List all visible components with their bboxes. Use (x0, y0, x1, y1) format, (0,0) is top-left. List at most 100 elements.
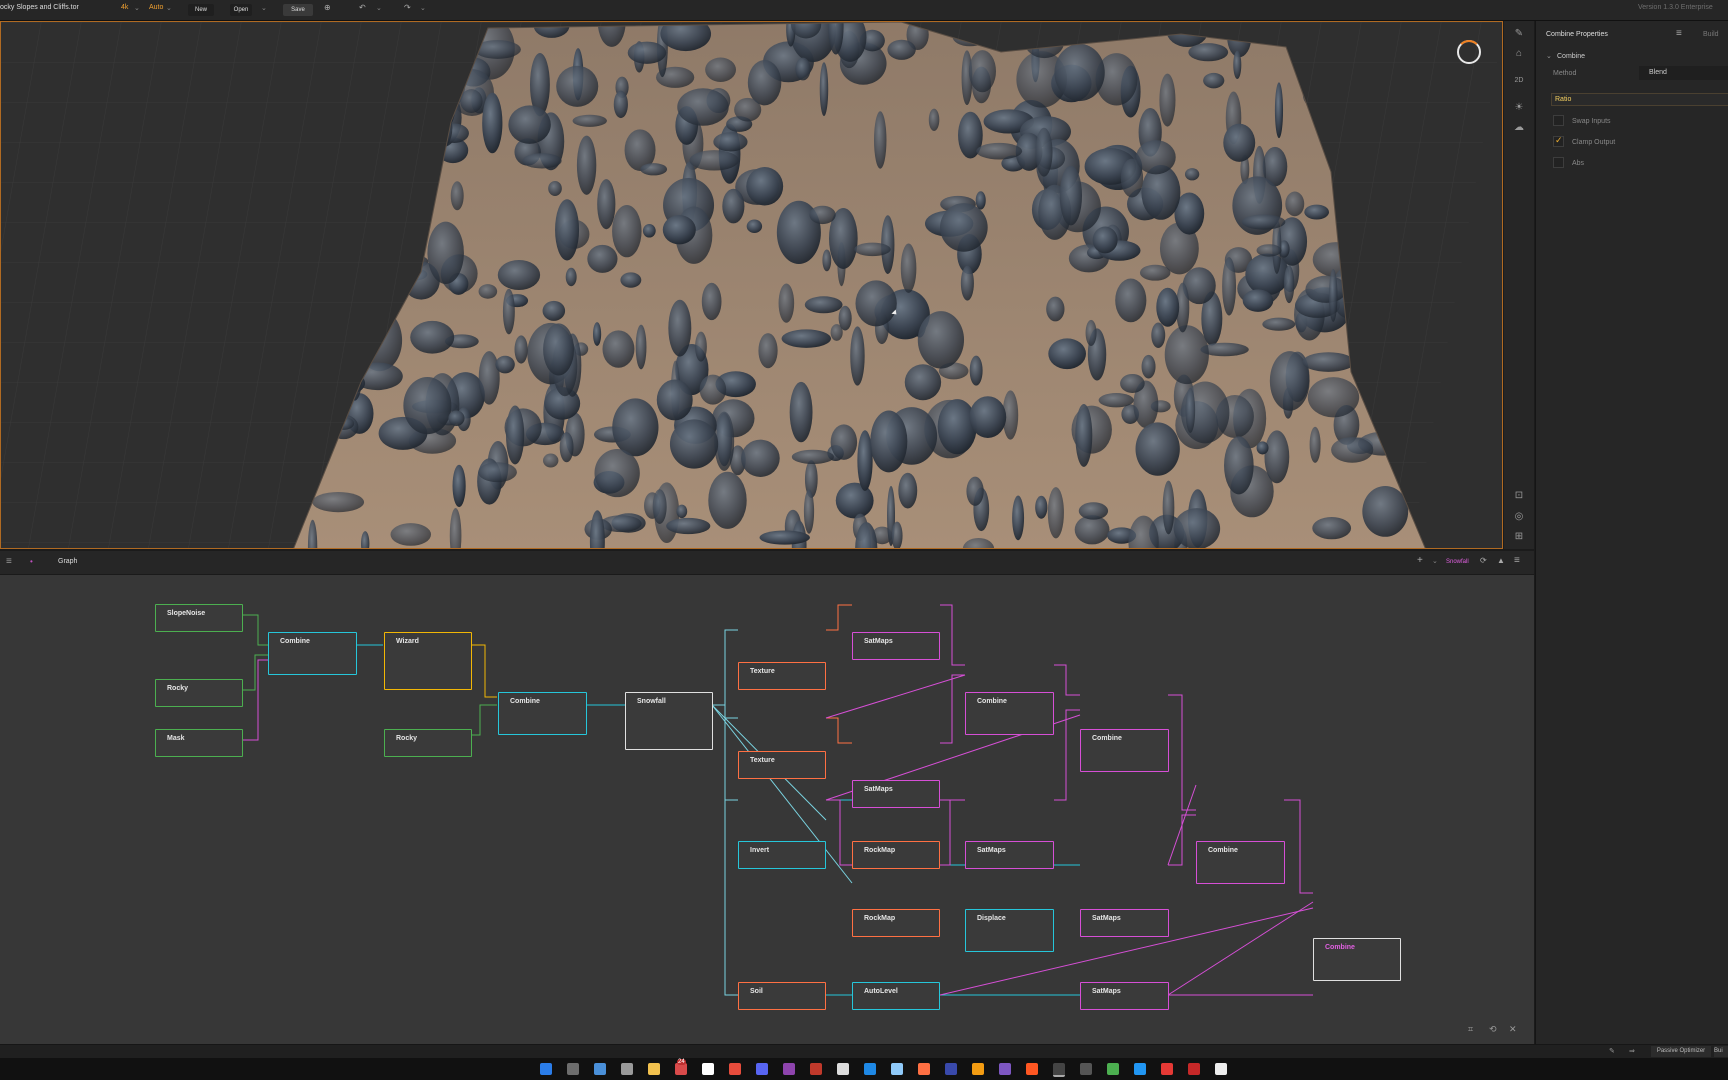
method-label: Method (1553, 70, 1577, 77)
app-icon[interactable] (1188, 1063, 1200, 1075)
method-select[interactable]: Blend (1639, 66, 1728, 80)
graph-node[interactable]: Soil (738, 982, 826, 1010)
graph-node[interactable]: Wizard (384, 632, 472, 690)
mode-dropdown[interactable]: Auto (149, 4, 163, 11)
graph-node[interactable]: AutoLevel (852, 982, 940, 1010)
target-icon[interactable]: ⊕ (324, 3, 331, 12)
build-tab[interactable]: Build (1703, 31, 1719, 38)
section-title: Combine (1557, 53, 1586, 60)
forward-icon[interactable]: ⇒ (1629, 1047, 1635, 1055)
build-button[interactable]: Bui (1714, 1046, 1728, 1057)
menu-icon[interactable]: ≡ (1676, 28, 1682, 39)
app-icon[interactable] (999, 1063, 1011, 1075)
frame-icon[interactable]: ⊡ (1512, 489, 1526, 503)
graph-tab[interactable]: Graph (58, 558, 77, 565)
graph-node[interactable]: SatMaps (852, 780, 940, 808)
compass-icon[interactable]: ◎ (1512, 510, 1526, 524)
chevron-down-icon[interactable]: ⌄ (1546, 52, 1552, 60)
graph-node[interactable]: Mask (155, 729, 243, 757)
redo-icon[interactable]: ↷ (404, 3, 411, 12)
collapse-icon[interactable]: ✕ (1509, 1024, 1517, 1035)
app-icon[interactable] (810, 1063, 822, 1075)
app-icon[interactable] (918, 1063, 930, 1075)
graph-node[interactable]: Texture (738, 662, 826, 690)
app-icon[interactable] (702, 1063, 714, 1075)
graph-node[interactable]: Combine (498, 692, 587, 735)
app-icon[interactable] (1161, 1063, 1173, 1075)
graph-node[interactable]: SatMaps (852, 632, 940, 660)
flame-icon[interactable]: ▲ (1497, 556, 1505, 565)
swap-inputs-checkbox[interactable] (1553, 115, 1564, 126)
chevron-down-icon[interactable]: ⌄ (1432, 557, 1438, 565)
app-icon[interactable] (945, 1063, 957, 1075)
menu-icon[interactable]: ≡ (6, 556, 12, 567)
graph-node-selected[interactable]: Combine (1313, 938, 1401, 981)
graph-node[interactable]: SatMaps (1080, 982, 1169, 1010)
refresh-icon[interactable]: ⟲ (1489, 1024, 1497, 1035)
active-build-label[interactable]: Snowfall (1446, 559, 1469, 565)
app-icon[interactable] (1215, 1063, 1227, 1075)
graph-node[interactable]: Combine (965, 692, 1054, 735)
edit-icon[interactable]: ✎ (1609, 1047, 1615, 1055)
app-icon[interactable]: 24 (675, 1059, 687, 1075)
app-icon[interactable] (891, 1063, 903, 1075)
task-view-icon[interactable] (567, 1063, 579, 1075)
clamp-output-checkbox[interactable]: ✓ (1553, 135, 1564, 147)
refresh-icon[interactable]: ⟳ (1480, 556, 1487, 565)
3d-viewport[interactable] (0, 21, 1503, 549)
app-icon[interactable] (837, 1063, 849, 1075)
chevron-down-icon[interactable]: ⌄ (420, 4, 426, 12)
graph-wires (243, 604, 1314, 996)
sun-icon[interactable]: ☀ (1512, 101, 1526, 115)
grid-icon[interactable]: ⊞ (1512, 530, 1526, 544)
graph-node[interactable]: Invert (738, 841, 826, 869)
graph-node[interactable]: RockMap (852, 909, 940, 937)
app-icon[interactable] (864, 1063, 876, 1075)
app-icon[interactable] (729, 1063, 741, 1075)
graph-node[interactable]: SatMaps (965, 841, 1054, 869)
graph-node[interactable]: Texture (738, 751, 826, 779)
camera-icon[interactable]: ⌂ (1512, 47, 1526, 61)
menu-icon[interactable]: ≡ (1514, 555, 1520, 566)
fit-view-icon[interactable]: ⌗ (1468, 1024, 1473, 1035)
passive-optimizer-button[interactable]: Passive Optimizer (1651, 1046, 1711, 1057)
graph-node[interactable]: Combine (1080, 729, 1169, 772)
resolution-dropdown[interactable]: 4k (121, 4, 128, 11)
settings-icon[interactable] (621, 1063, 633, 1075)
chevron-down-icon[interactable]: ⌄ (134, 4, 140, 12)
start-icon[interactable] (540, 1063, 552, 1075)
graph-node[interactable]: Combine (268, 632, 357, 675)
app-icon[interactable] (1107, 1063, 1119, 1075)
add-icon[interactable]: + (1417, 555, 1423, 566)
app-icon[interactable] (783, 1063, 795, 1075)
graph-node[interactable]: Snowfall (625, 692, 713, 750)
undo-icon[interactable]: ↶ (359, 3, 366, 12)
app-icon[interactable] (1134, 1063, 1146, 1075)
ratio-slider[interactable]: Ratio (1551, 93, 1728, 106)
explorer-icon[interactable] (594, 1063, 606, 1075)
graph-node[interactable]: SlopeNoise (155, 604, 243, 632)
app-icon[interactable] (1080, 1063, 1092, 1075)
app-icon[interactable] (1026, 1063, 1038, 1075)
graph-node[interactable]: Rocky (384, 729, 472, 757)
app-icon[interactable] (756, 1063, 768, 1075)
save-button[interactable]: Save (283, 4, 313, 16)
graph-node[interactable]: SatMaps (1080, 909, 1169, 937)
chevron-down-icon[interactable]: ⌄ (261, 4, 267, 12)
gaea-app-icon[interactable] (1053, 1063, 1065, 1077)
abs-checkbox[interactable] (1553, 157, 1564, 168)
graph-node[interactable]: RockMap (852, 841, 940, 869)
view-2d-button[interactable]: 2D (1512, 74, 1526, 88)
open-button[interactable]: Open (230, 4, 252, 16)
cloud-icon[interactable]: ☁ (1512, 121, 1526, 135)
chevron-down-icon[interactable]: ⌄ (166, 4, 172, 12)
chevron-down-icon[interactable]: ⌄ (376, 4, 382, 12)
node-graph[interactable]: SlopeNoise Rocky Mask Combine Wizard Roc… (0, 575, 1534, 1044)
app-icon[interactable] (972, 1063, 984, 1075)
paint-icon[interactable]: ✎ (1512, 27, 1526, 41)
graph-node[interactable]: Rocky (155, 679, 243, 707)
graph-node[interactable]: Combine (1196, 841, 1285, 884)
graph-node[interactable]: Displace (965, 909, 1054, 952)
folder-icon[interactable] (648, 1063, 660, 1075)
new-button[interactable]: New (188, 4, 214, 16)
